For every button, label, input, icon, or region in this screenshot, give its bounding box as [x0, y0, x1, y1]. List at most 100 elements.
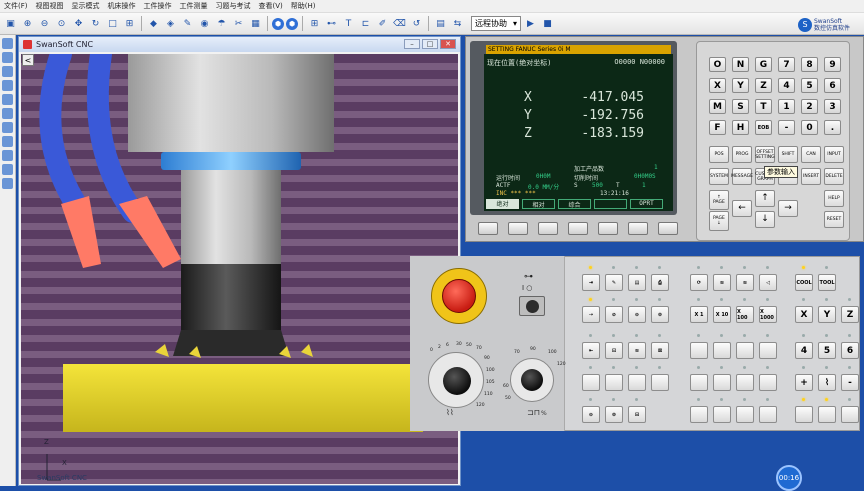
spindle-stop-button[interactable]: ≋: [713, 274, 731, 291]
mid-button-5[interactable]: [690, 374, 708, 391]
key-h[interactable]: H: [732, 120, 749, 135]
edit-icon[interactable]: ✐: [375, 16, 390, 31]
mode-edit-button[interactable]: ✎: [605, 274, 623, 291]
mid-button-9[interactable]: [690, 406, 708, 423]
jog-plus-button[interactable]: +: [795, 374, 813, 391]
right-button-2[interactable]: [818, 406, 836, 423]
mid-button-12[interactable]: [759, 406, 777, 423]
axis-x-button[interactable]: X: [795, 306, 813, 323]
workpiece-icon[interactable]: ◆: [146, 16, 161, 31]
key-prog[interactable]: PROG: [732, 146, 752, 163]
zoom-in-icon[interactable]: ⊕: [20, 16, 35, 31]
optional-stop-button[interactable]: ⊙: [628, 306, 646, 323]
minimize-button[interactable]: –: [404, 39, 420, 49]
softkey-3[interactable]: [568, 222, 588, 235]
right-button-1[interactable]: [795, 406, 813, 423]
handwheel-button[interactable]: ≋: [628, 342, 646, 359]
key-2[interactable]: 2: [801, 99, 818, 114]
view-top-icon[interactable]: [2, 52, 13, 63]
mid-button-11[interactable]: [736, 406, 754, 423]
sync-icon[interactable]: ⇆: [450, 16, 465, 31]
program-stop-button[interactable]: ⊟: [628, 406, 646, 423]
key-8[interactable]: 8: [801, 57, 818, 72]
mid-button-8[interactable]: [759, 374, 777, 391]
menu-measure[interactable]: 工件测量: [180, 1, 208, 11]
key-s[interactable]: S: [732, 99, 749, 114]
mid-button-6[interactable]: [713, 374, 731, 391]
mode-auto-button[interactable]: ⇥: [582, 274, 600, 291]
program-protect-switch[interactable]: [519, 296, 545, 316]
aux-button-3[interactable]: [628, 374, 646, 391]
rotate-icon[interactable]: ↻: [88, 16, 103, 31]
key-g[interactable]: G: [755, 57, 772, 72]
spindle-override-dial[interactable]: [510, 358, 554, 402]
emergency-stop-button[interactable]: [442, 279, 476, 313]
view-section-icon[interactable]: [2, 108, 13, 119]
key-y[interactable]: Y: [732, 78, 749, 93]
tool-button[interactable]: TOOL: [818, 274, 836, 291]
key-z[interactable]: Z: [755, 78, 772, 93]
right-button-3[interactable]: [841, 406, 859, 423]
teach-button[interactable]: ⊠: [651, 342, 669, 359]
key-shift[interactable]: SHIFT: [778, 146, 798, 163]
key-reset[interactable]: RESET: [824, 211, 844, 228]
t-tool-icon[interactable]: T: [341, 16, 356, 31]
coolant-button[interactable]: COOL: [795, 274, 813, 291]
jog-x1-button[interactable]: X 1: [690, 306, 708, 323]
key-7[interactable]: 7: [778, 57, 795, 72]
layout-icon[interactable]: ⊞: [122, 16, 137, 31]
single-block-button[interactable]: ⇢: [582, 306, 600, 323]
dry-run-button[interactable]: ⊚: [651, 306, 669, 323]
grid-icon[interactable]: ⊞: [307, 16, 322, 31]
key-pos[interactable]: POS: [709, 146, 729, 163]
key-insert[interactable]: INSERT: [801, 168, 821, 185]
axis-z-button[interactable]: Z: [841, 306, 859, 323]
key-6[interactable]: 6: [824, 78, 841, 93]
softkey-right-arrow[interactable]: [658, 222, 678, 235]
cursor-right-key[interactable]: →: [778, 200, 798, 217]
cursor-up-key[interactable]: ↑: [755, 190, 775, 207]
view-zoom-icon[interactable]: [2, 122, 13, 133]
softkey-blank[interactable]: [594, 199, 627, 209]
mode-combo[interactable]: 远程协助 ▾: [471, 16, 522, 31]
key-5[interactable]: 5: [801, 78, 818, 93]
aux-button-1[interactable]: [582, 374, 600, 391]
fixture-icon[interactable]: ◈: [163, 16, 178, 31]
maximize-button[interactable]: □: [422, 39, 438, 49]
mid-button-1[interactable]: [690, 342, 708, 359]
back-button[interactable]: <: [22, 54, 34, 66]
key-x[interactable]: X: [709, 78, 726, 93]
key-4[interactable]: 4: [778, 78, 795, 93]
menu-file[interactable]: 文件(F): [4, 1, 28, 11]
jog-x10-button[interactable]: X 10: [713, 306, 731, 323]
window-icon[interactable]: □: [105, 16, 120, 31]
key-minus[interactable]: -: [778, 120, 795, 135]
mid-button-7[interactable]: [736, 374, 754, 391]
cursor-left-key[interactable]: ←: [732, 200, 752, 217]
softkey-oprt[interactable]: OPRT: [630, 199, 663, 209]
menu-exam[interactable]: 习题与考试: [216, 1, 251, 11]
close-button[interactable]: ✕: [440, 39, 456, 49]
menu-look[interactable]: 查看(V): [259, 1, 283, 11]
mid-button-3[interactable]: [736, 342, 754, 359]
softkey-left-arrow[interactable]: [478, 222, 498, 235]
axis-6-button[interactable]: 6: [841, 342, 859, 359]
softkey-5[interactable]: [628, 222, 648, 235]
view-globe-icon[interactable]: [2, 150, 13, 161]
key-eob[interactable]: EOB: [755, 120, 772, 135]
jog-button[interactable]: ⊡: [605, 342, 623, 359]
key-page-up[interactable]: ↑ PAGE: [709, 190, 729, 210]
cursor-down-key[interactable]: ↓: [755, 211, 775, 228]
softkey-all[interactable]: 综合: [558, 199, 591, 209]
clamp-icon[interactable]: ⊏: [358, 16, 373, 31]
key-help[interactable]: HELP: [824, 190, 844, 207]
key-9[interactable]: 9: [824, 57, 841, 72]
trash-icon[interactable]: ⌫: [392, 16, 407, 31]
pan-icon[interactable]: ✥: [71, 16, 86, 31]
zoom-out-icon[interactable]: ⊖: [37, 16, 52, 31]
view-screen-icon[interactable]: [2, 178, 13, 189]
recording-timer[interactable]: 00:16: [776, 465, 802, 491]
key-f[interactable]: F: [709, 120, 726, 135]
feed-override-dial[interactable]: [428, 352, 484, 408]
menu-view[interactable]: 视图视图: [36, 1, 64, 11]
